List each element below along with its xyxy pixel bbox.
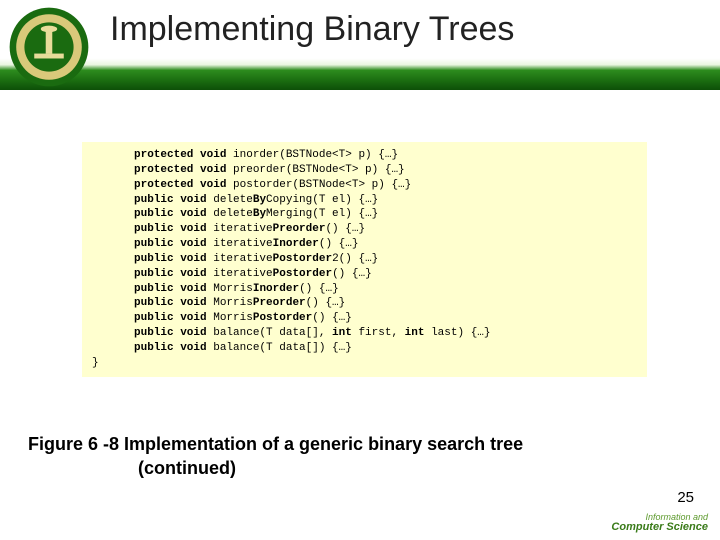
footer-text-2: Computer Science — [598, 522, 708, 534]
code-line: public void iterativePostorder() {…} — [92, 267, 637, 282]
slide-title: Implementing Binary Trees — [110, 10, 514, 49]
caption-line-2: (continued) — [28, 456, 523, 480]
code-line: public void iterativeInorder() {…} — [92, 237, 637, 252]
figure-caption: Figure 6 -8 Implementation of a generic … — [28, 432, 523, 481]
code-line: public void deleteByCopying(T el) {…} — [92, 193, 637, 208]
code-line: public void deleteByMerging(T el) {…} — [92, 207, 637, 222]
page-number: 25 — [677, 489, 694, 506]
code-line: public void MorrisInorder() {…} — [92, 282, 637, 297]
code-line: public void balance(T data[], int first,… — [92, 326, 637, 341]
code-line: public void balance(T data[]) {…} — [92, 341, 637, 356]
code-line: public void iterativePreorder() {…} — [92, 222, 637, 237]
code-line: protected void preorder(BSTNode<T> p) {…… — [92, 163, 637, 178]
code-line: } — [92, 356, 637, 371]
code-line: protected void inorder(BSTNode<T> p) {…} — [92, 148, 637, 163]
code-block: protected void inorder(BSTNode<T> p) {…}… — [82, 142, 647, 377]
caption-line-1: Figure 6 -8 Implementation of a generic … — [28, 432, 523, 456]
university-emblem — [8, 6, 90, 88]
code-line: public void MorrisPostorder() {…} — [92, 311, 637, 326]
code-line: public void MorrisPreorder() {…} — [92, 296, 637, 311]
code-line: public void iterativePostorder2() {…} — [92, 252, 637, 267]
code-line: protected void postorder(BSTNode<T> p) {… — [92, 178, 637, 193]
slide-header: Implementing Binary Trees — [0, 0, 720, 90]
footer-logo: Information and Computer Science — [598, 513, 708, 534]
